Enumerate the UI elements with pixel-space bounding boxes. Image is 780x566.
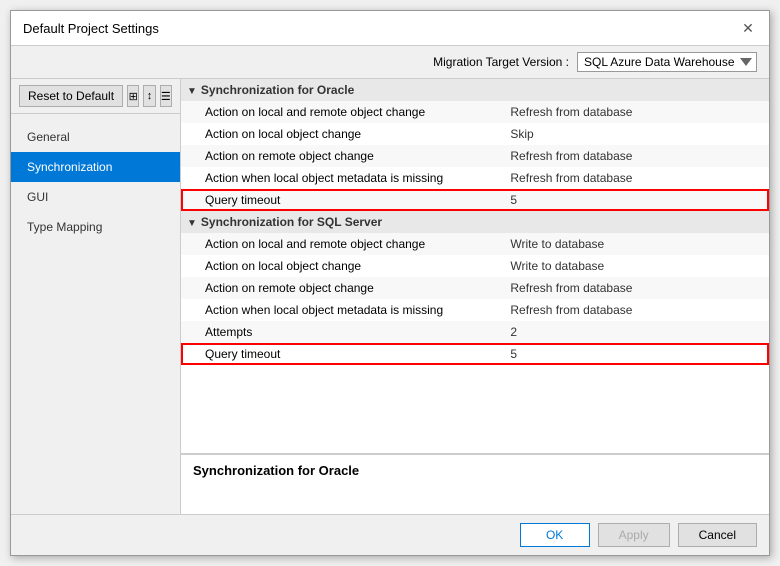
row-value: Skip [504,123,769,145]
row-value: Refresh from database [504,101,769,123]
row-key: Action on local object change [181,255,504,277]
migration-label: Migration Target Version : [433,55,569,69]
bottom-section-title: Synchronization for Oracle [193,463,757,478]
row-key: Action when local object metadata is mis… [181,167,504,189]
row-key: Attempts [181,321,504,343]
dialog-title: Default Project Settings [23,21,159,36]
nav-items: GeneralSynchronizationGUIType Mapping [11,114,180,514]
row-key: Query timeout [181,343,504,365]
table-row[interactable]: Query timeout5 [181,189,769,211]
table-row: Action on local and remote object change… [181,233,769,255]
apply-button[interactable]: Apply [598,523,670,547]
row-key: Action on remote object change [181,145,504,167]
row-value: Refresh from database [504,145,769,167]
row-value: 2 [504,321,769,343]
table-row: Action on local object changeWrite to da… [181,255,769,277]
bottom-section: Synchronization for Oracle [181,454,769,514]
row-value: Refresh from database [504,167,769,189]
footer: OK Apply Cancel [11,514,769,555]
left-panel: Reset to Default ⊞ ↕ ☰ GeneralSynchroniz… [11,79,181,514]
grid-icon[interactable]: ⊞ [127,85,139,107]
row-value: Write to database [504,233,769,255]
tree-area: ▼Synchronization for OracleAction on loc… [181,79,769,454]
row-key: Action on remote object change [181,277,504,299]
table-row: Action on local object changeSkip [181,123,769,145]
row-value: 5 [504,189,769,211]
dialog: Default Project Settings ✕ Migration Tar… [10,10,770,556]
row-value: Refresh from database [504,277,769,299]
close-button[interactable]: ✕ [739,19,757,37]
settings-table: ▼Synchronization for OracleAction on loc… [181,79,769,365]
row-key: Action when local object metadata is mis… [181,299,504,321]
cancel-button[interactable]: Cancel [678,523,757,547]
migration-target-select[interactable]: SQL Azure Data WarehouseSQL Server 2016S… [577,52,757,72]
table-row: Attempts2 [181,321,769,343]
nav-item-type-mapping[interactable]: Type Mapping [11,212,180,242]
table-row: Action on remote object changeRefresh fr… [181,145,769,167]
nav-item-general[interactable]: General [11,122,180,152]
sort-icon[interactable]: ↕ [143,85,155,107]
migration-bar: Migration Target Version : SQL Azure Dat… [11,46,769,79]
content-area: Reset to Default ⊞ ↕ ☰ GeneralSynchroniz… [11,79,769,514]
table-row: Action on local and remote object change… [181,101,769,123]
table-row: Action on remote object changeRefresh fr… [181,277,769,299]
table-row[interactable]: Query timeout5 [181,343,769,365]
nav-item-synchronization[interactable]: Synchronization [11,152,180,182]
right-panel: ▼Synchronization for OracleAction on loc… [181,79,769,514]
table-row: Action when local object metadata is mis… [181,167,769,189]
row-value: 5 [504,343,769,365]
row-key: Query timeout [181,189,504,211]
nav-item-gui[interactable]: GUI [11,182,180,212]
table-row: Action when local object metadata is mis… [181,299,769,321]
title-bar: Default Project Settings ✕ [11,11,769,46]
list-icon[interactable]: ☰ [160,85,172,107]
section-header-oracle-section[interactable]: ▼Synchronization for Oracle [181,79,769,101]
row-key: Action on local object change [181,123,504,145]
row-value: Refresh from database [504,299,769,321]
ok-button[interactable]: OK [520,523,590,547]
section-header-sqlserver-section[interactable]: ▼Synchronization for SQL Server [181,211,769,233]
reset-button[interactable]: Reset to Default [19,85,123,107]
row-value: Write to database [504,255,769,277]
toolbar-row: Reset to Default ⊞ ↕ ☰ [11,79,180,114]
row-key: Action on local and remote object change [181,233,504,255]
row-key: Action on local and remote object change [181,101,504,123]
